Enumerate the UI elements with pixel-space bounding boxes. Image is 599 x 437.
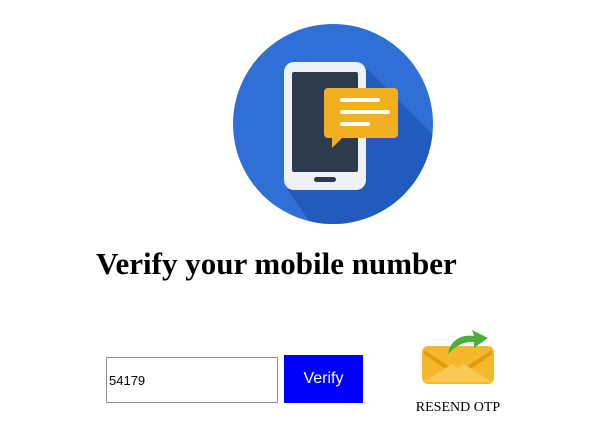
- resend-otp-label: RESEND OTP: [415, 400, 501, 415]
- phone-message-illustration: [232, 24, 434, 224]
- verify-button[interactable]: Verify: [284, 355, 363, 403]
- phone-message-icon: [233, 24, 433, 224]
- envelope-resend-icon: [422, 330, 494, 384]
- page-title: Verify your mobile number: [96, 246, 457, 281]
- resend-otp-link[interactable]: RESEND OTP: [400, 322, 516, 422]
- otp-input[interactable]: [106, 357, 278, 403]
